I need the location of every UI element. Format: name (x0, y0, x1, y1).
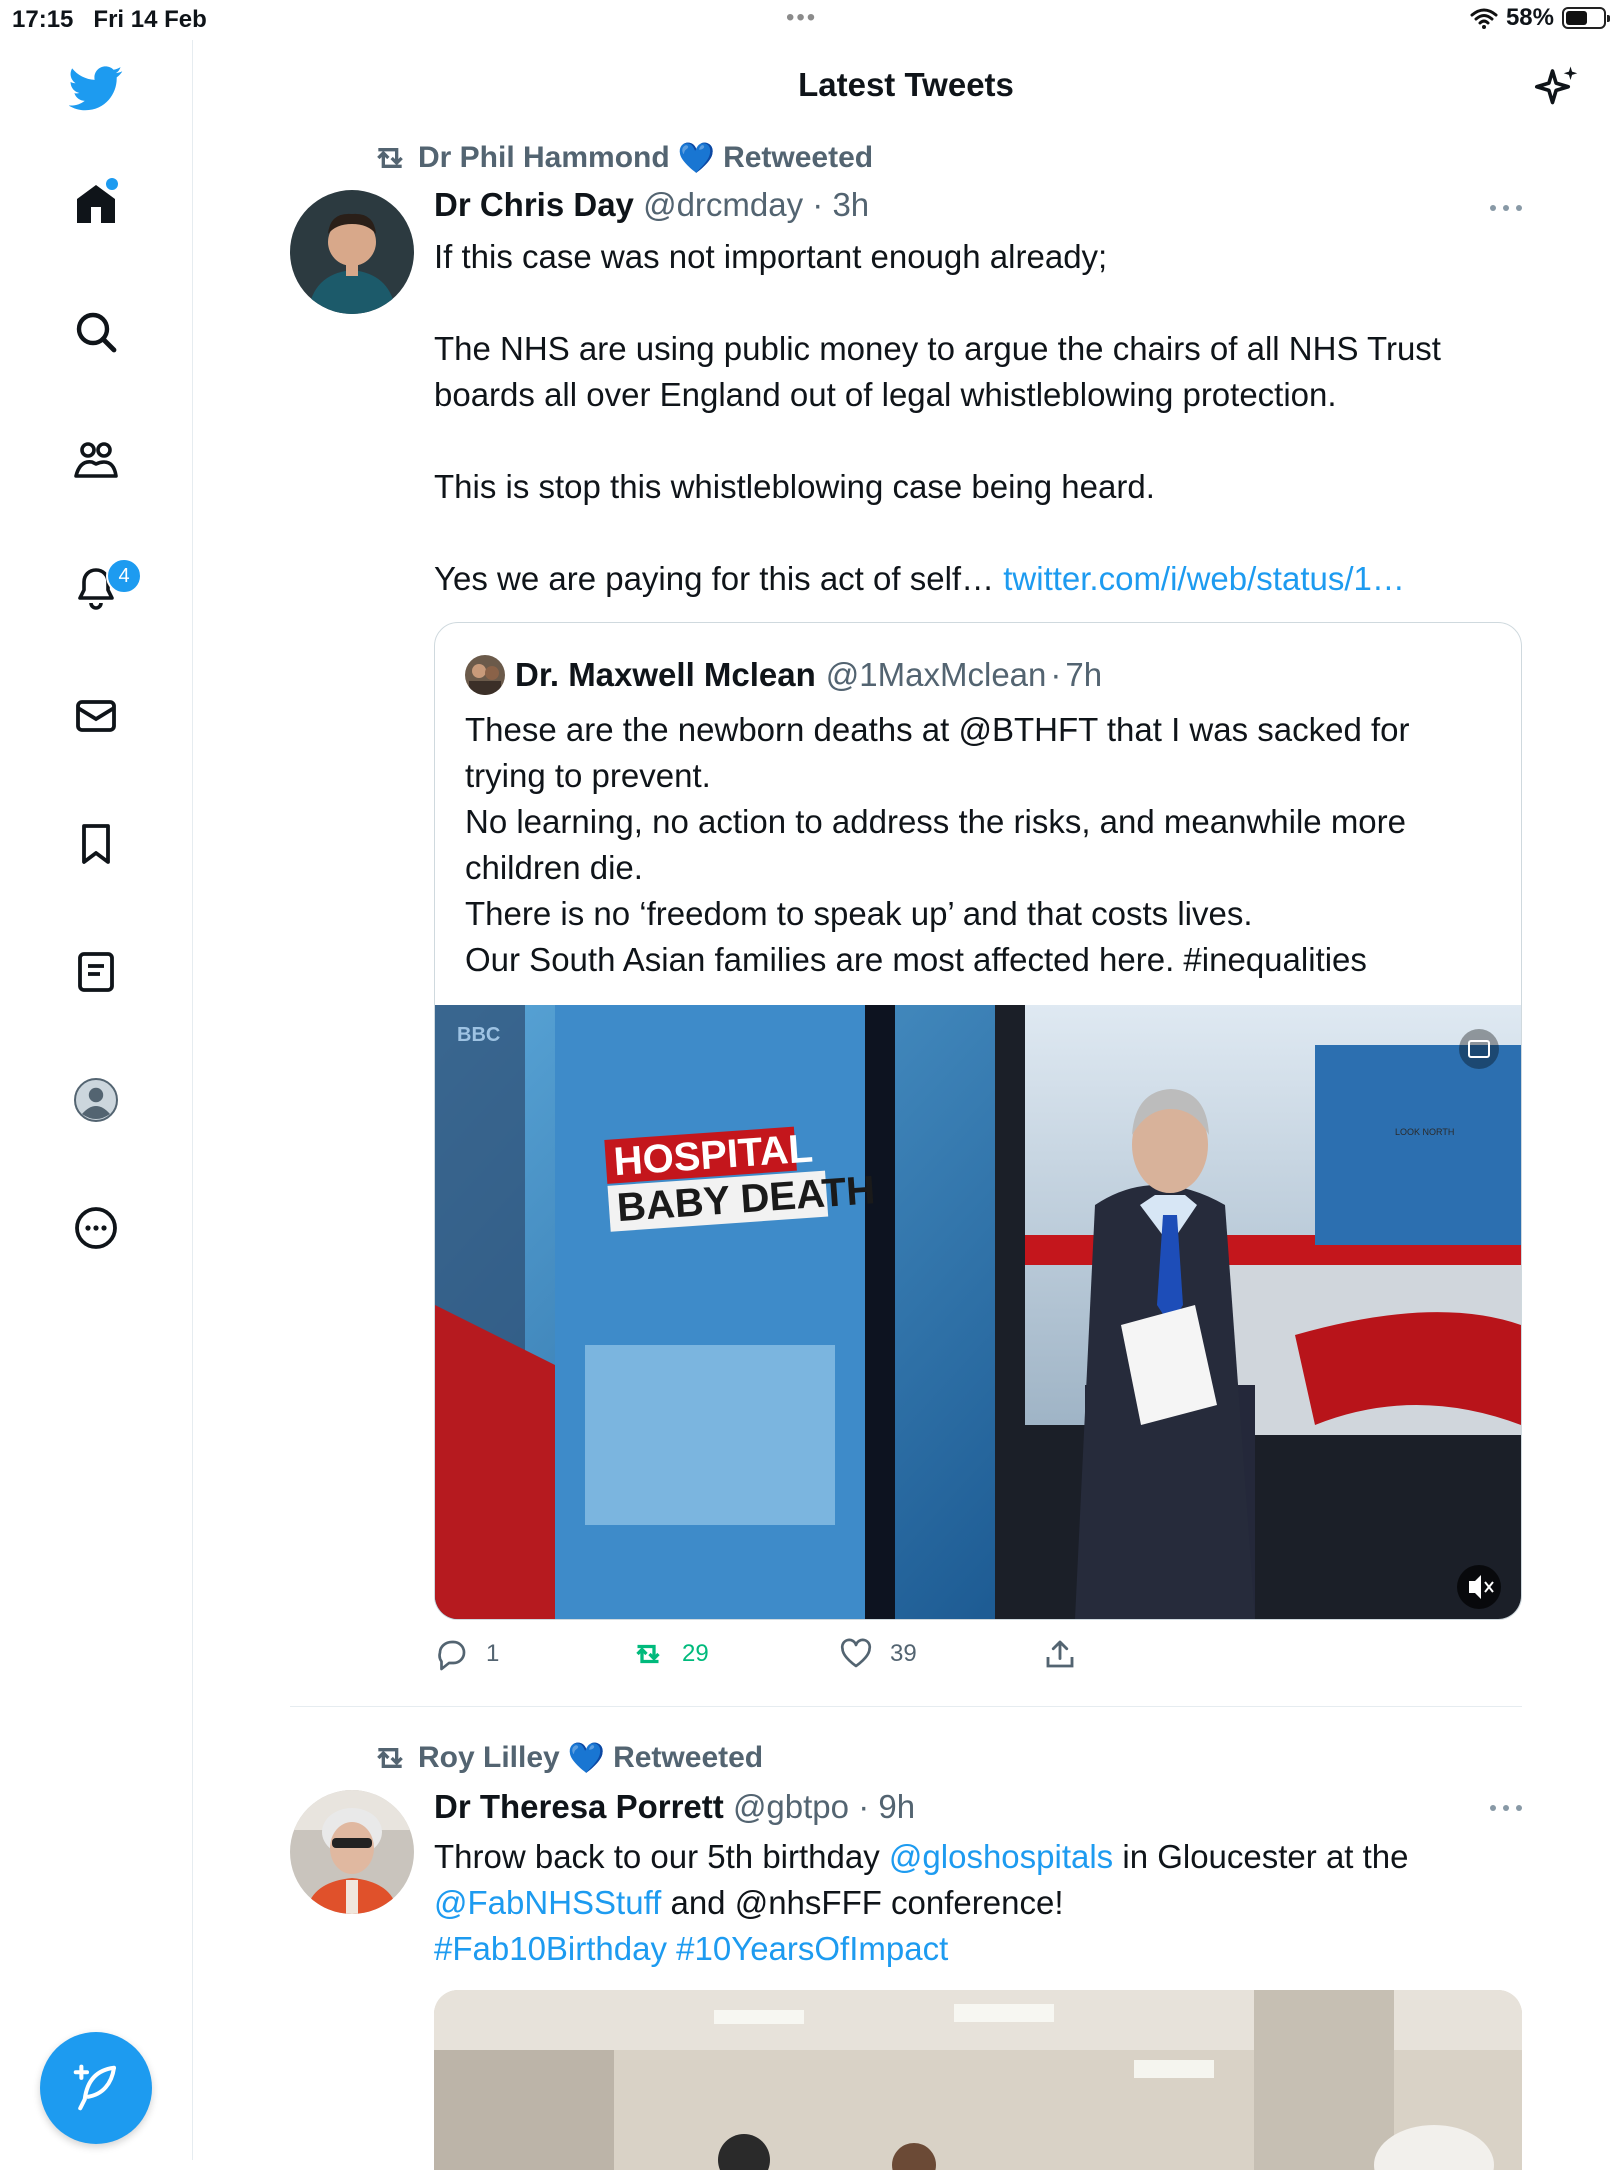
sidebar-item-search[interactable] (58, 294, 134, 370)
bookmark-icon (82, 824, 110, 864)
tweet-link[interactable]: twitter.com/i/web/status/1… (1003, 560, 1405, 597)
channel-corner-label: LOOK NORTH (1395, 1127, 1454, 1137)
avatar[interactable] (290, 190, 414, 314)
reply-count: 1 (486, 1640, 500, 1667)
author-handle[interactable]: @gbtpo (733, 1788, 849, 1825)
communities-icon (74, 442, 118, 478)
avatar[interactable] (290, 1790, 414, 1914)
quote-author-line: Dr. Maxwell Mclean @1MaxMclean · 7h (465, 655, 1102, 695)
twitter-logo-icon[interactable] (58, 50, 134, 126)
lists-icon (78, 952, 114, 992)
battery-percent: 58% (1505, 4, 1554, 31)
tweet-divider (290, 1706, 1522, 1707)
tweet-author-line: Dr Chris Day @drcmday · 3h (434, 186, 870, 223)
tweet-time[interactable]: 9h (878, 1788, 915, 1825)
retweet-icon (377, 148, 403, 168)
retweeted-label: Retweeted (613, 1741, 764, 1774)
tweet-author-line: Dr Theresa Porrett @gbtpo · 9h (434, 1788, 916, 1825)
tweet-text: If this case was not important enough al… (434, 238, 1441, 597)
mail-icon (76, 700, 116, 732)
author-name[interactable]: Dr Theresa Porrett (434, 1788, 724, 1825)
sidebar: 4 (0, 40, 193, 2160)
captions-icon[interactable] (1459, 1029, 1499, 1069)
retweet-icon (636, 1644, 660, 1664)
sidebar-item-more[interactable] (58, 1190, 134, 1266)
reply-icon (438, 1640, 466, 1671)
tweet-photo[interactable] (434, 1990, 1522, 2170)
author-handle[interactable]: @drcmday (643, 186, 803, 223)
sparkle-icon[interactable] (1530, 62, 1584, 116)
retweet-button[interactable]: 29 (630, 1636, 709, 1672)
search-icon (76, 312, 117, 353)
retweet-context[interactable]: Roy Lilley 💙 Retweeted (370, 1738, 763, 1778)
more-circle-icon (75, 1207, 117, 1249)
video-player[interactable]: BBC HOSPITAL BABY DEATH LOOK NORTH (435, 1005, 1521, 1619)
battery-icon (1562, 7, 1610, 29)
share-button[interactable] (1042, 1636, 1078, 1672)
share-icon (1046, 1640, 1074, 1668)
profile-avatar-icon (74, 1078, 118, 1122)
channel-logo: BBC (457, 1024, 500, 1046)
hashtag-links[interactable]: #Fab10Birthday #10YearsOfImpact (434, 1930, 948, 1967)
tweet-actions: 1 29 39 (434, 1636, 1114, 1676)
wifi-icon (1470, 8, 1498, 29)
sidebar-item-notifications[interactable]: 4 (58, 550, 142, 626)
tweet-time[interactable]: 3h (832, 186, 869, 223)
sidebar-item-communities[interactable] (58, 422, 134, 498)
retweeted-label: Retweeted (723, 141, 874, 174)
retweet-count: 29 (682, 1640, 709, 1667)
retweeted-by-name: Roy Lilley (418, 1741, 560, 1774)
status-right: 58% (1470, 4, 1610, 32)
compose-feather-icon (73, 2064, 117, 2111)
blue-heart-emoji: 💙 (567, 1741, 606, 1775)
tweet-more-icon[interactable] (1488, 203, 1524, 213)
quote-text: These are the newborn deaths at @BTHFT t… (465, 711, 1410, 978)
quote-avatar (465, 655, 505, 695)
page-title: Latest Tweets (798, 66, 1014, 103)
like-button[interactable]: 39 (838, 1636, 917, 1672)
home-new-dot (106, 178, 118, 190)
multitasking-dots-icon[interactable]: ••• (786, 4, 817, 32)
sidebar-item-home[interactable] (58, 166, 134, 242)
quoted-tweet[interactable]: Dr. Maxwell Mclean @1MaxMclean · 7h These … (434, 622, 1522, 1620)
tweet-more-icon[interactable] (1488, 1803, 1524, 1813)
retweet-context[interactable]: Dr Phil Hammond 💙 Retweeted (370, 138, 873, 178)
status-bar: 17:15 Fri 14 Feb ••• 58% (0, 0, 1620, 40)
mention-link[interactable]: @FabNHSStuff (434, 1884, 661, 1921)
news-video-frame: BBC HOSPITAL BABY DEATH LOOK NORTH (435, 1005, 1521, 1619)
compose-tweet-button[interactable] (40, 2032, 152, 2144)
conference-photo (434, 1990, 1522, 2170)
blue-heart-emoji: 💙 (677, 141, 716, 175)
heart-icon (840, 1638, 872, 1668)
quote-time: 7h (1065, 656, 1103, 693)
like-count: 39 (890, 1640, 917, 1667)
reply-button[interactable]: 1 (434, 1636, 499, 1672)
notification-count-badge: 4 (106, 558, 142, 594)
retweeted-by-name: Dr Phil Hammond (418, 141, 670, 174)
mention-link[interactable]: @gloshospitals (889, 1838, 1113, 1875)
sidebar-item-profile[interactable] (58, 1062, 134, 1138)
author-name[interactable]: Dr Chris Day (434, 186, 634, 223)
quote-author-name: Dr. Maxwell Mclean (515, 656, 816, 693)
tweet-text: Throw back to our 5th birthday @gloshosp… (434, 1838, 1409, 1967)
retweet-icon (377, 1748, 403, 1768)
quote-author-handle: @1MaxMclean (825, 656, 1047, 693)
sidebar-item-messages[interactable] (58, 678, 134, 754)
sidebar-item-lists[interactable] (58, 934, 134, 1010)
status-time: 17:15 Fri 14 Feb (12, 6, 207, 33)
sidebar-item-bookmarks[interactable] (58, 806, 134, 882)
